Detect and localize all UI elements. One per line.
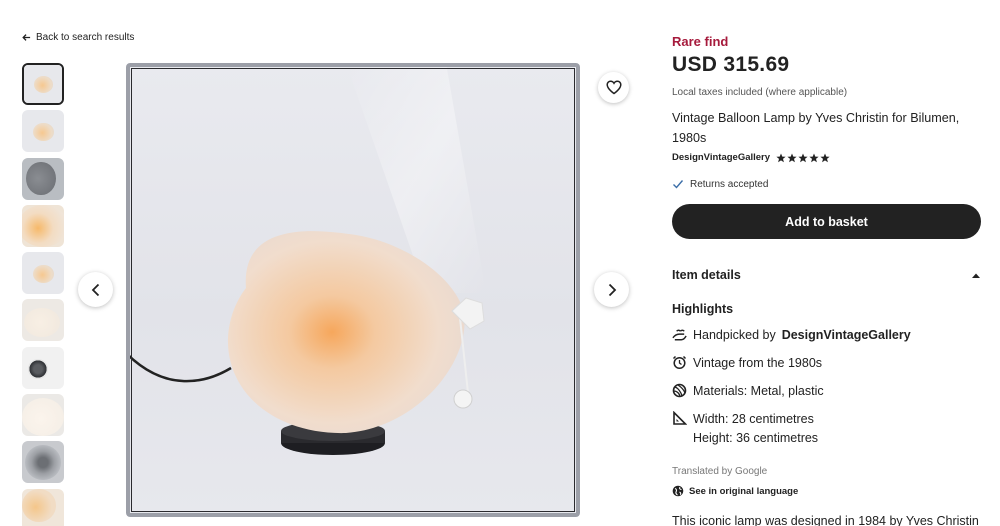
thumbnail-3[interactable] — [22, 157, 64, 200]
thumbnail-4[interactable] — [22, 204, 64, 247]
materials-label: Materials: Metal, plastic — [693, 383, 824, 398]
thumbnail-9[interactable] — [22, 441, 64, 484]
ruler-triangle-icon — [672, 411, 687, 426]
dimensions-row: Width: 28 centimetres — [672, 411, 814, 426]
shop-rating-row: DesignVintageGallery — [672, 152, 830, 163]
yarn-ball-icon — [672, 383, 687, 398]
height-label: Height: 36 centimetres — [693, 431, 819, 445]
thumbnail-2[interactable] — [22, 110, 64, 153]
back-link-label: Back to search results — [36, 32, 135, 43]
product-price: USD 315.69 — [672, 53, 790, 76]
handpicked-shop-link[interactable]: DesignVintageGallery — [782, 328, 911, 342]
thumbnail-5[interactable] — [22, 252, 64, 295]
thumbnail-7[interactable] — [22, 346, 64, 389]
shop-name-link[interactable]: DesignVintageGallery — [672, 152, 770, 163]
translated-by-label: Translated by Google — [672, 466, 768, 477]
star-icon — [820, 153, 830, 162]
add-to-basket-button[interactable]: Add to basket — [672, 204, 981, 239]
thumbnail-10[interactable] — [22, 488, 64, 526]
favorite-button[interactable] — [598, 72, 629, 103]
see-original-language-link[interactable]: See in original language — [672, 485, 798, 497]
back-to-search-link[interactable]: Back to search results — [22, 32, 134, 43]
chevron-right-icon — [608, 283, 616, 296]
handpicked-prefix: Handpicked by — [693, 327, 776, 342]
star-icon — [776, 153, 786, 162]
rating-stars — [776, 153, 830, 163]
thumbnail-1[interactable] — [22, 63, 64, 105]
handpicked-row: Handpicked by DesignVintageGallery — [672, 327, 911, 342]
star-icon — [787, 153, 797, 162]
item-details-label: Item details — [672, 268, 741, 282]
vintage-row: Vintage from the 1980s — [672, 355, 822, 370]
chevron-left-icon — [91, 283, 99, 296]
materials-row: Materials: Metal, plastic — [672, 383, 824, 398]
description-text: This iconic lamp was designed in 1984 by… — [672, 514, 979, 526]
thumbnail-6[interactable] — [22, 299, 64, 342]
chevron-up-icon — [972, 273, 980, 278]
arrow-left-icon — [22, 34, 31, 41]
star-icon — [809, 153, 819, 162]
hand-icon — [672, 327, 687, 342]
product-title: Vintage Balloon Lamp by Yves Christin fo… — [672, 111, 960, 145]
alarm-clock-icon — [672, 355, 687, 370]
thumbnail-8[interactable] — [22, 394, 64, 437]
width-label: Width: 28 centimetres — [693, 411, 814, 426]
taxes-note: Local taxes included (where applicable) — [672, 87, 848, 98]
returns-label: Returns accepted — [690, 178, 769, 190]
highlights-heading: Highlights — [672, 302, 734, 316]
heart-icon — [605, 80, 622, 95]
see-original-label: See in original language — [689, 485, 799, 497]
vintage-label: Vintage from the 1980s — [693, 355, 823, 370]
globe-icon — [672, 485, 684, 497]
checkmark-icon — [673, 180, 684, 189]
main-product-image[interactable] — [126, 63, 580, 517]
star-icon — [798, 153, 808, 162]
returns-accepted: Returns accepted — [672, 178, 768, 190]
item-details-toggle[interactable]: Item details — [672, 268, 981, 282]
previous-image-button[interactable] — [78, 272, 113, 307]
next-image-button[interactable] — [594, 272, 629, 307]
rare-find-badge: Rare find — [672, 34, 729, 49]
thumbnail-strip — [22, 63, 66, 526]
